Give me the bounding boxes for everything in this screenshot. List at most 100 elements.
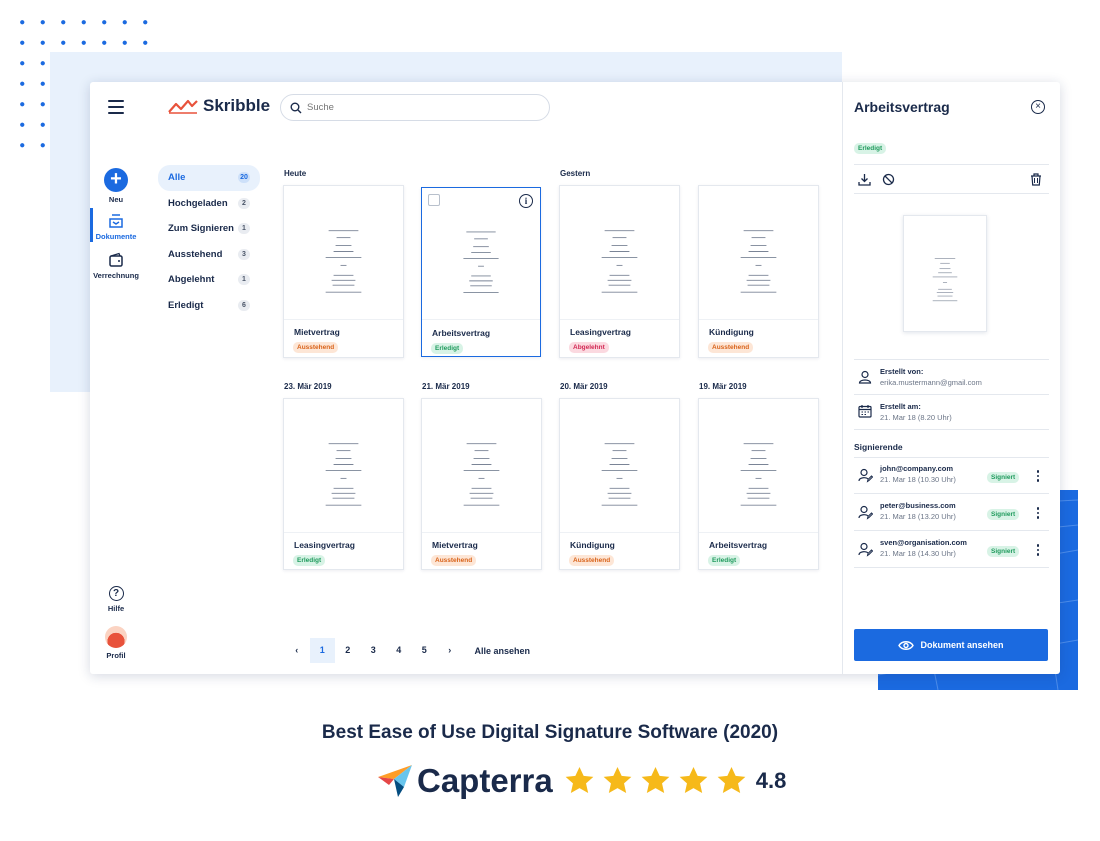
signer-email: peter@business.com xyxy=(880,501,956,510)
created-at-label: Erstellt am: xyxy=(880,402,921,411)
documents-label: Dokumente xyxy=(95,232,137,241)
filter-list: Alle 20 Hochgeladen 2 Zum Signieren 1 Ausst… xyxy=(158,165,260,318)
block-icon[interactable] xyxy=(882,173,895,186)
prev-page-icon[interactable]: ‹ xyxy=(284,638,310,663)
document-thumbnail xyxy=(560,399,679,533)
details-panel: Arbeitsvertrag × Erledigt Erstellt von: … xyxy=(842,82,1060,674)
document-card[interactable]: Leasingvertrag Erledigt xyxy=(283,398,404,570)
group-title: 23. Mär 2019 xyxy=(284,382,332,391)
document-card[interactable]: Leasingvertrag Abgelehnt xyxy=(559,185,680,358)
page-button[interactable]: 2 xyxy=(335,638,361,663)
skribble-logo[interactable]: Skribble xyxy=(168,96,270,116)
document-card[interactable]: Mietvertrag Ausstehend xyxy=(283,185,404,358)
filter-label: Abgelehnt xyxy=(168,274,215,286)
document-name: Leasingvertrag xyxy=(570,327,631,337)
filter-to-sign[interactable]: Zum Signieren 1 xyxy=(158,216,260,242)
capterra-brand: Capterra xyxy=(417,762,553,799)
document-card[interactable]: Kündigung Ausstehend xyxy=(698,185,819,358)
rail-item-profile[interactable]: Profil xyxy=(90,626,142,660)
user-icon xyxy=(858,370,872,384)
group-title: 19. Mär 2019 xyxy=(699,382,747,391)
select-checkbox[interactable] xyxy=(428,194,440,206)
divider xyxy=(854,457,1049,458)
menu-icon[interactable] xyxy=(108,100,124,114)
more-options-icon[interactable] xyxy=(1036,544,1040,558)
status-badge: Erledigt xyxy=(854,143,887,154)
filter-pending[interactable]: Ausstehend 3 xyxy=(158,242,260,268)
filter-count: 1 xyxy=(238,274,250,285)
rating-value: 4.8 xyxy=(755,768,787,793)
page-button[interactable]: 1 xyxy=(309,638,335,663)
view-document-label: Dokument ansehen xyxy=(920,640,1004,650)
status-badge: Ausstehend xyxy=(569,555,615,566)
left-rail: + Neu Dokumente Verrechnung ? Hilfe Prof… xyxy=(90,82,142,674)
close-icon[interactable]: × xyxy=(1031,100,1045,114)
help-label: Hilfe xyxy=(107,604,125,613)
filter-count: 3 xyxy=(238,248,250,260)
new-document-button[interactable]: + Neu xyxy=(90,168,142,204)
document-name: Kündigung xyxy=(570,540,615,550)
next-page-icon[interactable]: › xyxy=(437,638,463,663)
capterra-rating: Capterra 4.8 xyxy=(376,762,786,800)
trash-icon[interactable] xyxy=(1030,173,1042,186)
more-options-icon[interactable] xyxy=(1036,507,1040,521)
download-icon[interactable] xyxy=(858,173,871,186)
filter-count: 1 xyxy=(238,223,250,234)
divider xyxy=(854,567,1049,568)
divider xyxy=(854,394,1049,395)
document-thumbnail xyxy=(560,186,679,320)
info-icon[interactable]: i xyxy=(519,194,533,208)
wallet-icon xyxy=(109,252,123,267)
document-page-lines xyxy=(740,230,777,293)
created-by-value: erika.mustermann@gmail.com xyxy=(880,378,982,387)
rail-item-documents[interactable]: Dokumente xyxy=(90,213,142,241)
pagination: ‹ 1 2 3 4 5 › Alle ansehen xyxy=(284,638,530,663)
filter-all[interactable]: Alle 20 xyxy=(158,165,260,191)
star-icon xyxy=(717,767,746,793)
filter-count: 20 xyxy=(238,172,250,183)
filter-uploaded[interactable]: Hochgeladen 2 xyxy=(158,191,260,217)
signer-status-badge: Signiert xyxy=(987,546,1020,557)
view-document-button[interactable]: Dokument ansehen xyxy=(854,629,1048,661)
divider xyxy=(854,164,1049,165)
page-button[interactable]: 3 xyxy=(361,638,387,663)
rail-item-help[interactable]: ? Hilfe xyxy=(90,586,142,613)
document-preview[interactable] xyxy=(903,215,987,332)
app-window: + Neu Dokumente Verrechnung ? Hilfe Prof… xyxy=(90,82,1060,674)
page-button[interactable]: 5 xyxy=(412,638,438,663)
plus-icon: + xyxy=(104,168,128,192)
document-thumbnail xyxy=(699,399,818,533)
rail-item-billing[interactable]: Verrechnung xyxy=(90,252,142,280)
star-icon xyxy=(679,767,708,793)
billing-label: Verrechnung xyxy=(93,271,139,280)
group-title: 20. Mär 2019 xyxy=(560,382,608,391)
document-card[interactable]: Kündigung Ausstehend xyxy=(559,398,680,570)
search-bar[interactable] xyxy=(280,94,550,121)
filter-label: Alle xyxy=(168,172,186,184)
filter-count: 2 xyxy=(238,197,250,209)
document-name: Mietvertrag xyxy=(432,540,478,550)
view-all-link[interactable]: Alle ansehen xyxy=(475,646,531,656)
filter-done[interactable]: Erledigt 6 xyxy=(158,293,260,319)
signer-date: 21. Mar 18 (10.30 Uhr) xyxy=(880,475,956,484)
filter-label: Ausstehend xyxy=(168,248,223,260)
document-name: Mietvertrag xyxy=(294,327,340,337)
star-icon xyxy=(641,767,670,793)
star-icon xyxy=(565,767,594,793)
star-icon xyxy=(603,767,632,793)
page-button[interactable]: 4 xyxy=(386,638,412,663)
document-card[interactable]: Arbeitsvertrag Erledigt xyxy=(698,398,819,570)
search-input[interactable] xyxy=(307,102,527,113)
document-card[interactable]: Mietvertrag Ausstehend xyxy=(421,398,542,570)
document-page-lines xyxy=(325,230,362,293)
capterra-logo-icon xyxy=(378,765,412,797)
document-card-selected[interactable]: i Arbeitsvertrag Erledigt xyxy=(421,187,541,357)
document-page-lines xyxy=(601,443,638,506)
award-headline: Best Ease of Use Digital Signature Softw… xyxy=(321,722,779,743)
status-badge: Abgelehnt xyxy=(569,342,609,353)
document-page-lines xyxy=(325,443,362,506)
filter-rejected[interactable]: Abgelehnt 1 xyxy=(158,267,260,293)
document-thumbnail xyxy=(422,188,540,320)
more-options-icon[interactable] xyxy=(1036,470,1040,484)
document-thumbnail xyxy=(422,399,541,533)
